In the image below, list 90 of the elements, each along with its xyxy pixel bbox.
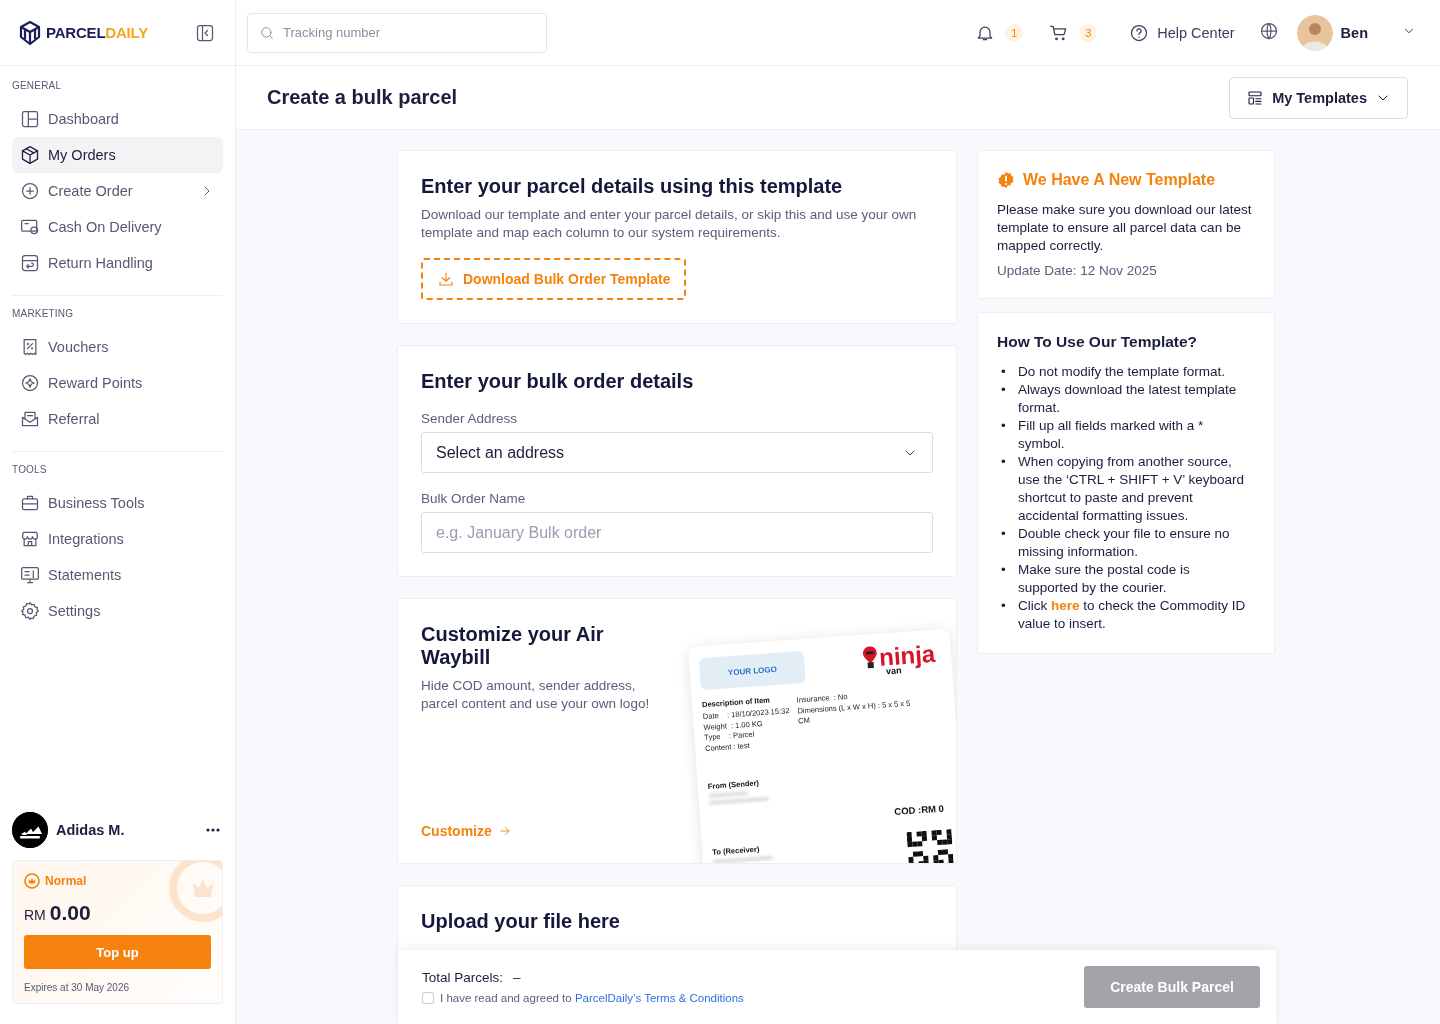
account-name: Adidas M. xyxy=(56,822,126,838)
search-field[interactable]: Tracking number xyxy=(247,12,547,53)
card-title: Upload your file here xyxy=(421,910,621,933)
expiry-text: Expires at 30 May 2026 xyxy=(24,982,131,993)
currency-label: RM xyxy=(24,907,46,923)
card-description: Hide COD amount, sender address, parcel content and use your own logo! xyxy=(421,677,651,713)
cart-count: 3 xyxy=(1079,23,1098,42)
instruction-item: When copying from another source, use the ‘CTRL + SHIFT + V’ keyboard shortcut to paste and prevent accidental formatting issues. xyxy=(1018,453,1246,525)
nav-item[interactable]: Business Tools xyxy=(12,485,223,521)
nav-item[interactable]: Return Handling xyxy=(12,245,223,281)
bullet: • xyxy=(1000,525,1007,543)
bullet: • xyxy=(1000,597,1007,615)
bulk-order-name-field[interactable]: e.g. January Bulk order xyxy=(421,512,933,553)
card-title: Enter your bulk order details xyxy=(421,370,695,393)
user-name: Ben xyxy=(1340,24,1368,41)
nav-item[interactable]: Integrations xyxy=(12,521,223,557)
nav-item[interactable]: Settings xyxy=(12,593,223,629)
bullet: • xyxy=(1000,417,1007,435)
agreement-checkbox[interactable] xyxy=(422,992,434,1004)
more-icon[interactable] xyxy=(205,827,221,833)
nav-item[interactable]: Cash On Delivery xyxy=(12,209,223,245)
crown-icon xyxy=(24,873,40,889)
qr-code-icon xyxy=(906,829,955,863)
arrow-right-icon xyxy=(497,824,512,838)
card-description: Download our template and enter your parcel details, or skip this and use your own template and map each column to our system requirements. xyxy=(421,206,918,242)
card-title: Enter your parcel details using this template xyxy=(421,175,844,198)
plus-circle-icon xyxy=(20,181,40,201)
cash-card-icon xyxy=(20,217,40,237)
bullet: • xyxy=(1000,363,1007,381)
address-select[interactable]: Select an address xyxy=(421,432,933,473)
agreement-text: I have read and agreed to ParcelDaily’s Terms & Conditions xyxy=(440,992,744,1004)
location-pin-icon xyxy=(862,645,878,669)
instruction-item: Fill up all fields marked with a * symbol. xyxy=(1018,417,1205,453)
box-icon xyxy=(20,145,40,165)
storefront-icon xyxy=(20,529,40,549)
card-title: Customize your Air Waybill xyxy=(421,623,605,669)
nav-item[interactable]: Dashboard xyxy=(12,101,223,137)
tier-label: Normal xyxy=(45,874,87,888)
account-logo-icon xyxy=(12,812,48,848)
my-templates-button[interactable]: My Templates xyxy=(1229,76,1408,119)
section-heading: GENERAL xyxy=(12,80,63,91)
instruction-item: Do not modify the template format. xyxy=(1018,363,1226,381)
download-icon xyxy=(437,270,455,288)
gear-icon xyxy=(20,601,40,621)
logo-area: YOUR LOGO xyxy=(698,650,806,691)
nav-item[interactable]: My Orders xyxy=(12,137,223,173)
nav-item[interactable]: Vouchers xyxy=(12,329,223,365)
field-label: Bulk Order Name xyxy=(421,491,527,506)
carrier-subname: van xyxy=(885,665,902,677)
bullet: • xyxy=(1000,561,1007,579)
instruction-item: Always download the latest template format. xyxy=(1018,381,1238,417)
search-icon xyxy=(259,24,275,41)
briefcase-icon xyxy=(20,493,40,513)
bullet: • xyxy=(1000,453,1007,471)
notice-title: We Have A New Template xyxy=(1023,171,1216,189)
terms-link[interactable]: ParcelDaily’s Terms & Conditions xyxy=(574,992,744,1004)
bullet: • xyxy=(1000,381,1007,399)
section-heading: TOOLS xyxy=(12,464,48,475)
nav-item[interactable]: Statements xyxy=(12,557,223,593)
return-box-icon xyxy=(20,253,40,273)
instruction-item: Click here to check the Commodity ID value to insert. xyxy=(1018,597,1247,633)
balance-amount: 0.00 xyxy=(49,901,91,925)
reward-icon xyxy=(20,373,40,393)
help-center-link[interactable]: Help Center xyxy=(1129,22,1235,43)
nav-item[interactable]: Referral xyxy=(12,401,223,437)
notice-message: Please make sure you download our latest template to ensure all parcel data can be mapped correctly. xyxy=(997,201,1253,255)
monitor-icon xyxy=(20,565,40,585)
brand-name: PARCELDAILY xyxy=(46,24,148,41)
help-icon xyxy=(1129,22,1150,43)
nav-item[interactable]: Create Order xyxy=(12,173,223,209)
collapse-sidebar-icon[interactable] xyxy=(195,22,215,43)
update-date: Update Date: 12 Nov 2025 xyxy=(997,263,1158,278)
envelope-icon xyxy=(20,409,40,429)
alert-badge-icon xyxy=(997,171,1015,189)
nav-item[interactable]: Reward Points xyxy=(12,365,223,401)
total-parcels-label: Total Parcels: xyxy=(422,970,504,985)
avatar-icon[interactable] xyxy=(1296,14,1333,51)
cod-amount: COD :RM 0 xyxy=(892,802,945,819)
layout-icon xyxy=(20,109,40,129)
globe-icon xyxy=(1258,20,1279,41)
notification-count: 1 xyxy=(1005,23,1024,42)
field-label: Sender Address xyxy=(421,411,519,426)
guide-title: How To Use Our Template? xyxy=(997,333,1199,351)
instruction-item: Double check your file to ensure no missing information. xyxy=(1018,525,1231,561)
section-heading: MARKETING xyxy=(12,308,75,319)
page-title: Create a bulk parcel xyxy=(267,86,458,109)
logo-icon xyxy=(18,19,42,46)
instruction-item: Make sure the postal code is supported by the courier. xyxy=(1018,561,1191,597)
template-icon xyxy=(1246,88,1265,107)
total-parcels-value: – xyxy=(513,970,521,985)
